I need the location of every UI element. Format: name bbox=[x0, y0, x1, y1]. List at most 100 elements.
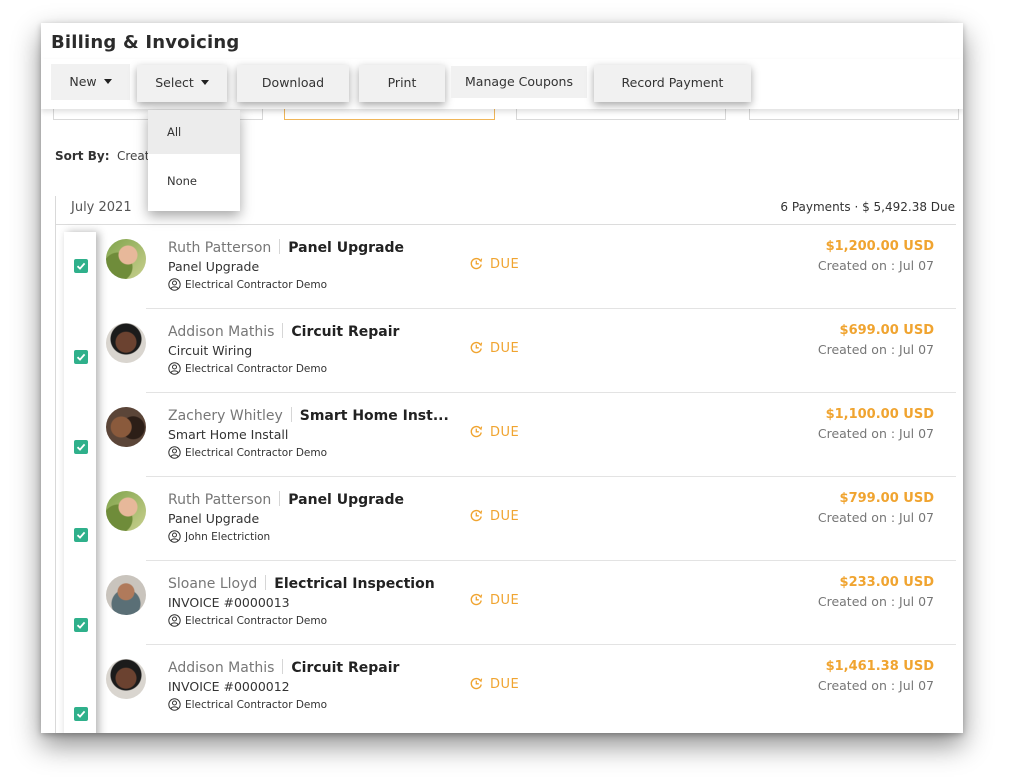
avatar bbox=[106, 491, 146, 531]
select-menu-item-all[interactable]: All bbox=[148, 110, 240, 154]
invoice-subtitle: Circuit Wiring bbox=[168, 343, 253, 358]
row-checkbox[interactable] bbox=[74, 707, 88, 721]
month-summary: 6 Payments · $ 5,492.38 Due bbox=[780, 200, 955, 214]
owner-line: Electrical Contractor Demo bbox=[168, 614, 327, 627]
status-text: DUE bbox=[490, 677, 520, 692]
page-title: Billing & Invoicing bbox=[51, 32, 240, 53]
due-clock-icon bbox=[470, 509, 483, 522]
select-menu-item-none[interactable]: None bbox=[148, 159, 240, 203]
project-name: Panel Upgrade bbox=[288, 492, 405, 508]
customer-project[interactable]: Sloane Lloyd Electrical Inspection bbox=[168, 575, 435, 592]
owner-name: Electrical Contractor Demo bbox=[185, 447, 328, 459]
divider bbox=[265, 575, 267, 590]
created-date: Created on : Jul 07 bbox=[817, 594, 934, 609]
payment-row[interactable]: Addison Mathis Circuit Repair Circuit Wiri… bbox=[56, 309, 956, 393]
due-clock-icon bbox=[470, 257, 483, 270]
avatar bbox=[106, 659, 146, 699]
due-clock-icon bbox=[470, 677, 483, 690]
select-button[interactable]: Select bbox=[137, 65, 227, 102]
avatar bbox=[106, 239, 146, 279]
customer-project[interactable]: Addison Mathis Circuit Repair bbox=[168, 659, 399, 676]
chevron-down-icon bbox=[103, 79, 112, 84]
created-date: Created on : Jul 07 bbox=[817, 678, 934, 693]
user-circle-icon bbox=[168, 362, 181, 375]
status-text: DUE bbox=[490, 593, 520, 608]
payment-amount: $233.00 USD bbox=[839, 575, 934, 590]
check-icon bbox=[76, 710, 86, 718]
record-payment-button[interactable]: Record Payment bbox=[594, 65, 751, 102]
avatar bbox=[106, 575, 146, 615]
status-badge: DUE bbox=[470, 593, 519, 608]
new-button[interactable]: New bbox=[51, 64, 130, 100]
owner-line: Electrical Contractor Demo bbox=[168, 278, 327, 291]
status-text: DUE bbox=[490, 341, 520, 356]
project-name: Panel Upgrade bbox=[288, 240, 405, 256]
month-header: July 2021 bbox=[71, 200, 132, 215]
select-dropdown-menu: All None bbox=[148, 110, 240, 211]
status-badge: DUE bbox=[470, 677, 519, 692]
billing-panel: Billing & Invoicing New Select Download … bbox=[41, 23, 963, 733]
customer-name: Addison Mathis bbox=[168, 324, 275, 340]
status-badge: DUE bbox=[470, 341, 519, 356]
payment-amount: $1,461.38 USD bbox=[825, 659, 934, 674]
divider bbox=[279, 239, 281, 254]
user-circle-icon bbox=[168, 530, 181, 543]
due-clock-icon bbox=[470, 341, 483, 354]
user-circle-icon bbox=[168, 446, 181, 459]
project-name: Circuit Repair bbox=[291, 324, 400, 340]
customer-project[interactable]: Ruth Patterson Panel Upgrade bbox=[168, 491, 404, 508]
customer-name: Addison Mathis bbox=[168, 660, 275, 676]
customer-project[interactable]: Zachery Whitley Smart Home Inst... bbox=[168, 407, 449, 424]
created-date: Created on : Jul 07 bbox=[817, 342, 934, 357]
payment-row[interactable]: Sloane Lloyd Electrical Inspection INVOICE… bbox=[56, 561, 956, 645]
owner-line: Electrical Contractor Demo bbox=[168, 698, 327, 711]
check-icon bbox=[76, 443, 86, 451]
row-checkbox[interactable] bbox=[74, 259, 88, 273]
owner-line: John Electriction bbox=[168, 530, 270, 543]
divider bbox=[282, 323, 284, 338]
chevron-down-icon bbox=[200, 80, 209, 85]
payment-row[interactable]: Ruth Patterson Panel Upgrade Panel Upgrade… bbox=[56, 477, 956, 561]
divider bbox=[290, 407, 292, 422]
owner-name: Electrical Contractor Demo bbox=[185, 279, 328, 291]
payment-row[interactable]: Ruth Patterson Panel Upgrade Panel Upgrade… bbox=[56, 225, 956, 309]
check-icon bbox=[76, 353, 86, 361]
row-checkbox[interactable] bbox=[74, 618, 88, 632]
avatar bbox=[106, 407, 146, 447]
payment-amount: $1,100.00 USD bbox=[825, 407, 934, 422]
check-icon bbox=[76, 531, 86, 539]
selection-column bbox=[64, 232, 96, 733]
status-text: DUE bbox=[490, 509, 520, 524]
owner-name: Electrical Contractor Demo bbox=[185, 615, 328, 627]
owner-line: Electrical Contractor Demo bbox=[168, 446, 327, 459]
customer-name: Zachery Whitley bbox=[168, 408, 283, 424]
payment-row[interactable]: Zachery Whitley Smart Home Inst... Smart H… bbox=[56, 393, 956, 477]
payment-amount: $799.00 USD bbox=[839, 491, 934, 506]
row-checkbox[interactable] bbox=[74, 440, 88, 454]
owner-line: Electrical Contractor Demo bbox=[168, 362, 327, 375]
customer-name: Ruth Patterson bbox=[168, 492, 272, 508]
status-badge: DUE bbox=[470, 425, 519, 440]
created-date: Created on : Jul 07 bbox=[817, 510, 934, 525]
customer-project[interactable]: Addison Mathis Circuit Repair bbox=[168, 323, 399, 340]
sort-by-select[interactable]: Creat bbox=[117, 149, 150, 163]
print-button[interactable]: Print bbox=[359, 65, 445, 102]
customer-project[interactable]: Ruth Patterson Panel Upgrade bbox=[168, 239, 404, 256]
status-badge: DUE bbox=[470, 257, 519, 272]
divider bbox=[279, 491, 281, 506]
created-date: Created on : Jul 07 bbox=[817, 426, 934, 441]
invoice-subtitle: Panel Upgrade bbox=[168, 511, 260, 526]
check-icon bbox=[76, 262, 86, 270]
invoice-subtitle: INVOICE #0000013 bbox=[168, 595, 290, 610]
divider bbox=[282, 659, 284, 674]
download-button[interactable]: Download bbox=[237, 65, 349, 102]
status-text: DUE bbox=[490, 425, 520, 440]
due-clock-icon bbox=[470, 593, 483, 606]
customer-name: Sloane Lloyd bbox=[168, 576, 258, 592]
row-checkbox[interactable] bbox=[74, 528, 88, 542]
row-checkbox[interactable] bbox=[74, 350, 88, 364]
project-name: Circuit Repair bbox=[291, 660, 400, 676]
payment-row[interactable]: Addison Mathis Circuit Repair INVOICE #000… bbox=[56, 645, 956, 729]
due-clock-icon bbox=[470, 425, 483, 438]
manage-coupons-button[interactable]: Manage Coupons bbox=[451, 66, 587, 98]
